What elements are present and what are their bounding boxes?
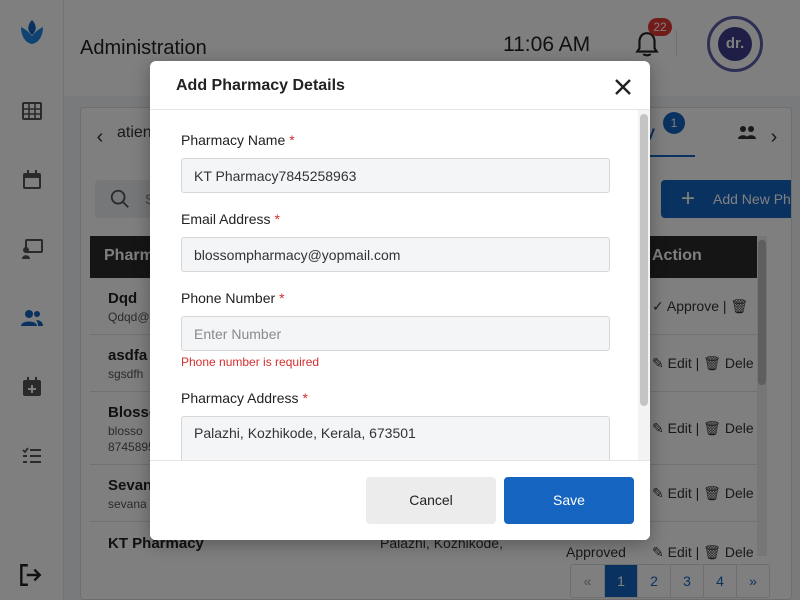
pharmacy-name-label: Pharmacy Name * [181,132,295,148]
modal-scrollbar-thumb[interactable] [640,114,648,406]
phone-label-text: Phone Number [181,290,276,306]
modal-title: Add Pharmacy Details [176,77,345,94]
pharmacy-name-label-text: Pharmacy Name [181,132,286,148]
required-marker: * [274,211,280,227]
modal-header: Add Pharmacy Details [150,61,650,110]
phone-input[interactable] [181,316,610,351]
address-label: Pharmacy Address * [181,390,308,406]
add-pharmacy-modal: Add Pharmacy Details Pharmacy Name* Emai… [150,61,650,540]
modal-body: Pharmacy Name* Email Address* Phone Numb… [150,110,650,460]
email-label: Email Address * [181,211,280,227]
cancel-button[interactable]: Cancel [366,477,496,524]
save-button[interactable]: Save [504,477,634,524]
modal-footer: Cancel Save [150,460,650,540]
email-label-text: Email Address [181,211,271,227]
address-label-text: Pharmacy Address [181,390,299,406]
phone-error-message: Phone number is required [181,355,320,369]
required-marker: * [302,390,308,406]
required-marker: * [279,290,285,306]
phone-label: Phone Number * [181,290,285,306]
modal-scrollbar[interactable] [638,110,650,460]
pharmacy-name-input[interactable] [181,158,610,193]
required-marker: * [289,132,295,148]
close-icon[interactable] [612,76,634,98]
email-input[interactable] [181,237,610,272]
address-textarea[interactable]: Palazhi, Kozhikode, Kerala, 673501 [181,416,610,460]
